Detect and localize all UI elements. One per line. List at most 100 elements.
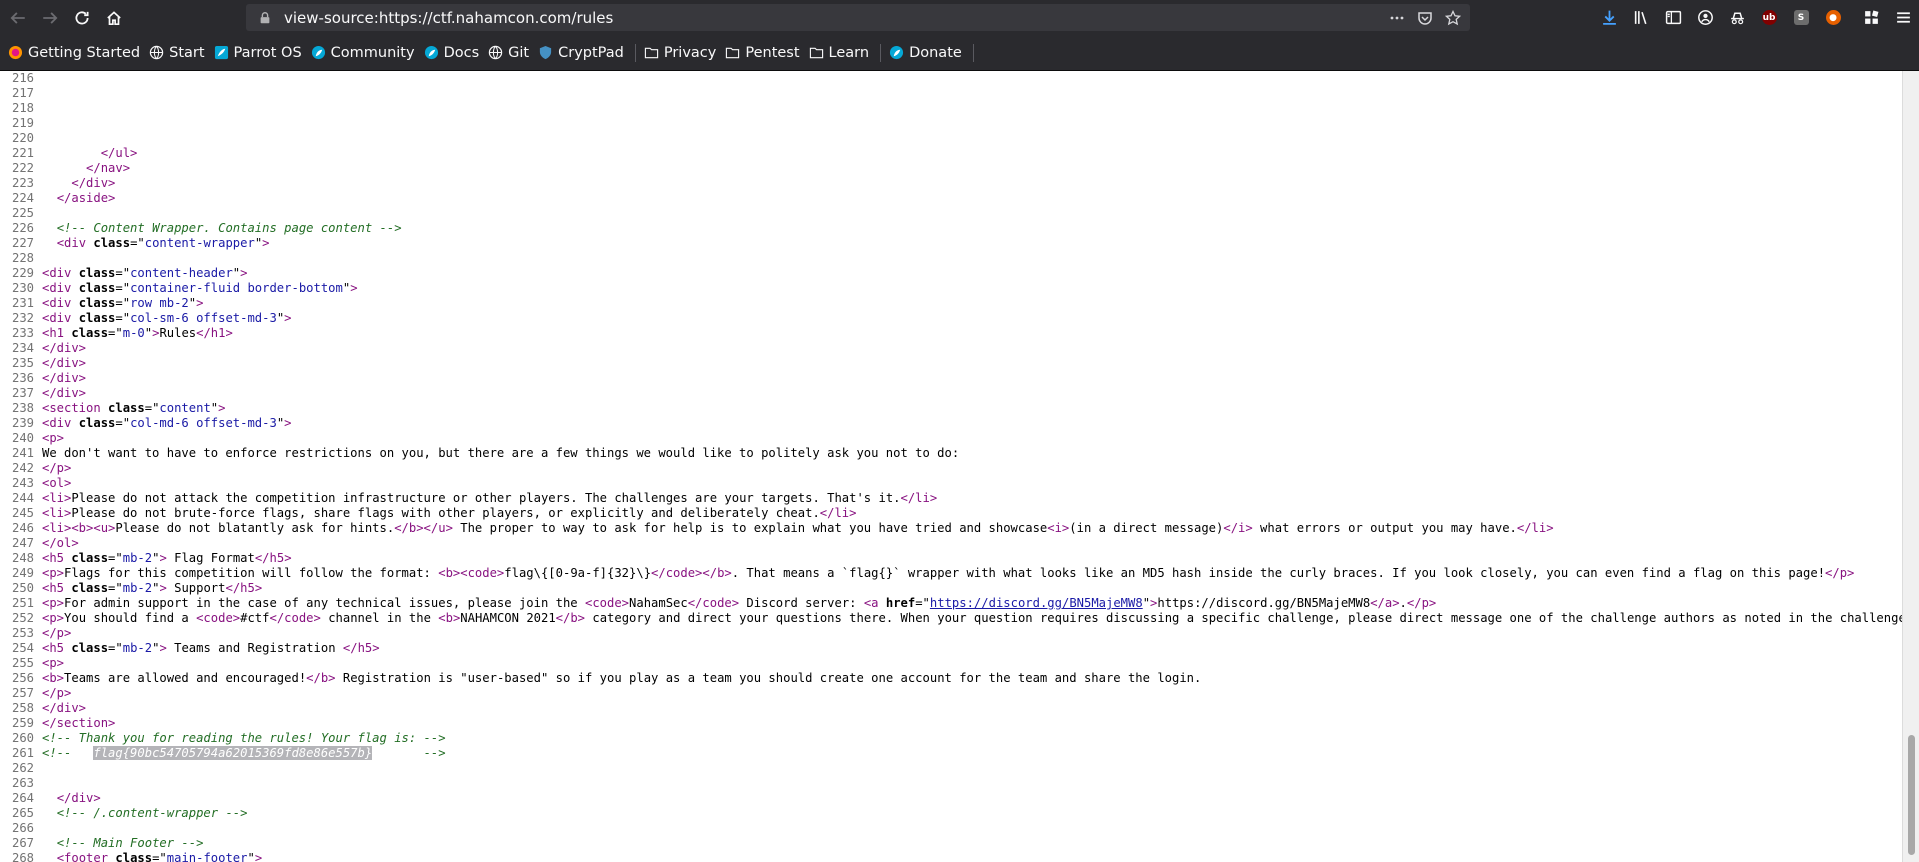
line-number: 231 bbox=[11, 296, 34, 310]
code-token: =" bbox=[115, 266, 131, 280]
line-code: <div class="content-header"> bbox=[42, 266, 247, 281]
source-line: 218 bbox=[0, 101, 1903, 116]
line-code: </div> bbox=[42, 371, 86, 386]
code-token: mb-2 bbox=[122, 551, 153, 565]
bookmark-folder-learn[interactable]: Learn bbox=[809, 45, 869, 61]
code-token: </div> bbox=[42, 341, 87, 355]
bookmark-label: Donate bbox=[909, 44, 962, 61]
code-token: mb-2 bbox=[122, 641, 153, 655]
sidebar-icon[interactable] bbox=[1657, 2, 1689, 34]
home-button[interactable] bbox=[98, 2, 130, 34]
code-token: </li> bbox=[900, 491, 938, 505]
line-number: 268 bbox=[11, 851, 34, 862]
code-token: <p> bbox=[42, 566, 65, 580]
s-extension-icon[interactable]: S bbox=[1785, 2, 1817, 34]
line-number: 220 bbox=[11, 131, 34, 145]
line-number: 243 bbox=[11, 476, 34, 490]
code-token: channel in the bbox=[320, 611, 439, 625]
source-link[interactable]: https://discord.gg/BN5MajeMW8 bbox=[930, 596, 1143, 610]
source-line: 264 </div> bbox=[0, 791, 1903, 806]
scrollbar-thumb[interactable] bbox=[1908, 735, 1915, 855]
code-token: NAHAMCON 2021 bbox=[460, 611, 556, 625]
line-number: 221 bbox=[11, 146, 34, 160]
bookmark-community[interactable]: Community bbox=[311, 45, 415, 61]
code-token: <li> bbox=[42, 506, 72, 520]
reload-button[interactable] bbox=[66, 2, 98, 34]
source-line: 267 <!-- Main Footer --> bbox=[0, 836, 1903, 851]
code-token: " bbox=[1142, 596, 1151, 610]
line-number: 254 bbox=[11, 641, 34, 655]
downloads-icon[interactable] bbox=[1593, 2, 1625, 34]
bookmark-folder-pentest[interactable]: Pentest bbox=[725, 45, 800, 61]
bookmark-folder-privacy[interactable]: Privacy bbox=[644, 45, 716, 61]
code-token: For admin support in the case of any tec… bbox=[64, 596, 585, 610]
line-number: 241 bbox=[11, 446, 34, 460]
line-number: 229 bbox=[11, 266, 34, 280]
line-number: 263 bbox=[11, 776, 34, 790]
bookmark-getting-started[interactable]: Getting Started bbox=[8, 45, 140, 61]
bookmark-start[interactable]: Start bbox=[149, 45, 205, 61]
menu-icon[interactable] bbox=[1887, 2, 1919, 34]
line-number: 249 bbox=[11, 566, 34, 580]
source-line: 217 bbox=[0, 86, 1903, 101]
vertical-scrollbar[interactable] bbox=[1902, 71, 1919, 862]
bookmark-cryptpad[interactable]: CryptPad bbox=[538, 45, 624, 61]
library-icon[interactable] bbox=[1625, 2, 1657, 34]
code-token: =" bbox=[108, 326, 123, 340]
source-line: 245 <li>Please do not brute-force flags, … bbox=[0, 506, 1903, 521]
code-token: <a bbox=[863, 596, 886, 610]
source-line: 241 We don't want to have to enforce rest… bbox=[0, 446, 1903, 461]
code-token: Registration is "user-based" so if you p… bbox=[335, 671, 1202, 685]
source-view[interactable]: 216 217 218 219 220 221 </ul> 222 </nav> 223 </… bbox=[0, 71, 1903, 862]
code-token: > bbox=[196, 296, 204, 310]
line-number: 224 bbox=[11, 191, 34, 205]
code-token: class bbox=[78, 266, 116, 280]
bookmark-docs[interactable]: Docs bbox=[424, 45, 479, 61]
incognito-icon[interactable] bbox=[1721, 2, 1753, 34]
extensions-icon[interactable] bbox=[1855, 2, 1887, 34]
bookmark-star-icon[interactable] bbox=[1442, 7, 1464, 29]
code-token: =" bbox=[915, 596, 930, 610]
firefox-icon bbox=[8, 45, 23, 60]
code-token: </p> bbox=[42, 626, 72, 640]
cryptpad-icon bbox=[538, 45, 553, 60]
line-code: </ol> bbox=[42, 536, 79, 551]
code-token: > bbox=[159, 641, 167, 655]
code-token: =" bbox=[144, 401, 160, 415]
source-line: 242 </p> bbox=[0, 461, 1903, 476]
line-number: 259 bbox=[11, 716, 34, 730]
bookmark-parrot-os[interactable]: Parrot OS bbox=[214, 45, 302, 61]
ublock-icon[interactable]: ub bbox=[1753, 2, 1785, 34]
line-code: </p> bbox=[42, 461, 71, 476]
line-code: </div> bbox=[42, 341, 86, 356]
code-token: " bbox=[144, 326, 153, 340]
back-button[interactable] bbox=[2, 2, 34, 34]
source-line: 238 <section class="content"> bbox=[0, 401, 1903, 416]
code-token: =" bbox=[130, 236, 145, 250]
page-actions-icon[interactable] bbox=[1386, 7, 1408, 29]
line-code: <b>Teams are allowed and encouraged!</b>… bbox=[42, 671, 1201, 686]
code-token: </aside> bbox=[56, 191, 116, 205]
line-number: 265 bbox=[11, 806, 34, 820]
code-token: </div> bbox=[42, 371, 87, 385]
url-bar[interactable]: view-source:https://ctf.nahamcon.com/rul… bbox=[246, 4, 1470, 31]
code-token: class bbox=[115, 851, 153, 862]
bookmark-label: Getting Started bbox=[28, 44, 141, 61]
bookmark-donate[interactable]: Donate bbox=[889, 45, 962, 61]
source-line: 240 <p> bbox=[0, 431, 1903, 446]
line-code: <p> bbox=[42, 656, 64, 671]
fox-extension-icon[interactable]: ● bbox=[1817, 2, 1849, 34]
forward-button[interactable] bbox=[34, 2, 66, 34]
source-line: 236 </div> bbox=[0, 371, 1903, 386]
url-text[interactable]: view-source:https://ctf.nahamcon.com/rul… bbox=[284, 9, 1386, 27]
reload-icon bbox=[75, 10, 89, 24]
account-icon[interactable] bbox=[1689, 2, 1721, 34]
line-number: 223 bbox=[11, 176, 34, 190]
code-token: <b><code> bbox=[438, 566, 505, 580]
bookmark-git[interactable]: Git bbox=[488, 45, 529, 61]
pocket-icon[interactable] bbox=[1414, 7, 1436, 29]
code-token: =" bbox=[152, 851, 167, 862]
